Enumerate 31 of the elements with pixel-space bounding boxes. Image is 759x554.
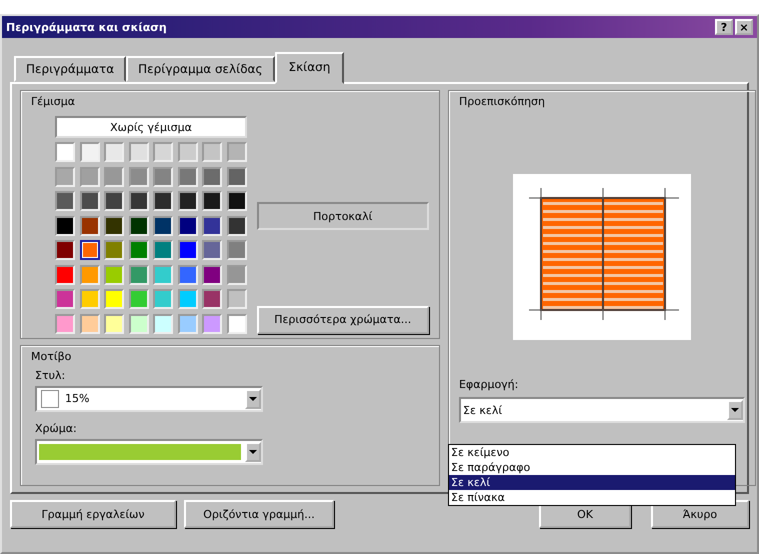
- color-label: Χρώμα:: [35, 422, 78, 434]
- apply-value: Σε κελί: [462, 404, 504, 416]
- apply-dropdown[interactable]: Σε κελί: [459, 397, 745, 423]
- dialog-button[interactable]: Γραμμή εργαλείων: [10, 500, 176, 528]
- dropdown-button[interactable]: [727, 400, 743, 420]
- close-button[interactable]: ×: [735, 19, 753, 35]
- style-label: Στυλ:: [35, 368, 66, 382]
- dropdown-button[interactable]: [245, 388, 261, 408]
- color-name-field: Πορτοκαλί: [256, 202, 429, 230]
- style-dropdown[interactable]: 15%: [35, 386, 263, 412]
- group-title: Γέμισμα: [31, 95, 76, 108]
- pattern-swatch-icon: [41, 390, 59, 408]
- help-button[interactable]: ?: [715, 19, 733, 35]
- dropdown-option[interactable]: Σε κελί: [449, 475, 735, 490]
- dropdown-button[interactable]: [245, 442, 261, 462]
- no-fill-option[interactable]: Χωρίς γέμισμα: [55, 116, 247, 138]
- color-dropdown[interactable]: [35, 438, 263, 464]
- color-swatch[interactable]: [80, 240, 100, 260]
- tab[interactable]: Σκίαση: [274, 52, 344, 84]
- group-title: Προεπισκόπηση: [459, 95, 546, 108]
- group-title: Μοτίβο: [31, 350, 72, 362]
- window-title: Περιγράμματα και σκίαση: [6, 20, 168, 34]
- dropdown-arrow-icon: [249, 396, 257, 400]
- more-colors-button[interactable]: Περισσότερα χρώματα...: [256, 306, 429, 334]
- style-value: 15%: [65, 392, 90, 405]
- tab[interactable]: Περιγράμματα: [14, 56, 126, 82]
- apply-label: Εφαρμογή:: [459, 378, 520, 391]
- tab[interactable]: Περίγραμμα σελίδας: [126, 56, 274, 82]
- dropdown-arrow-icon: [249, 450, 257, 454]
- dropdown-arrow-icon: [731, 408, 739, 412]
- dialog-button[interactable]: Οριζόντια γραμμή...: [184, 500, 334, 528]
